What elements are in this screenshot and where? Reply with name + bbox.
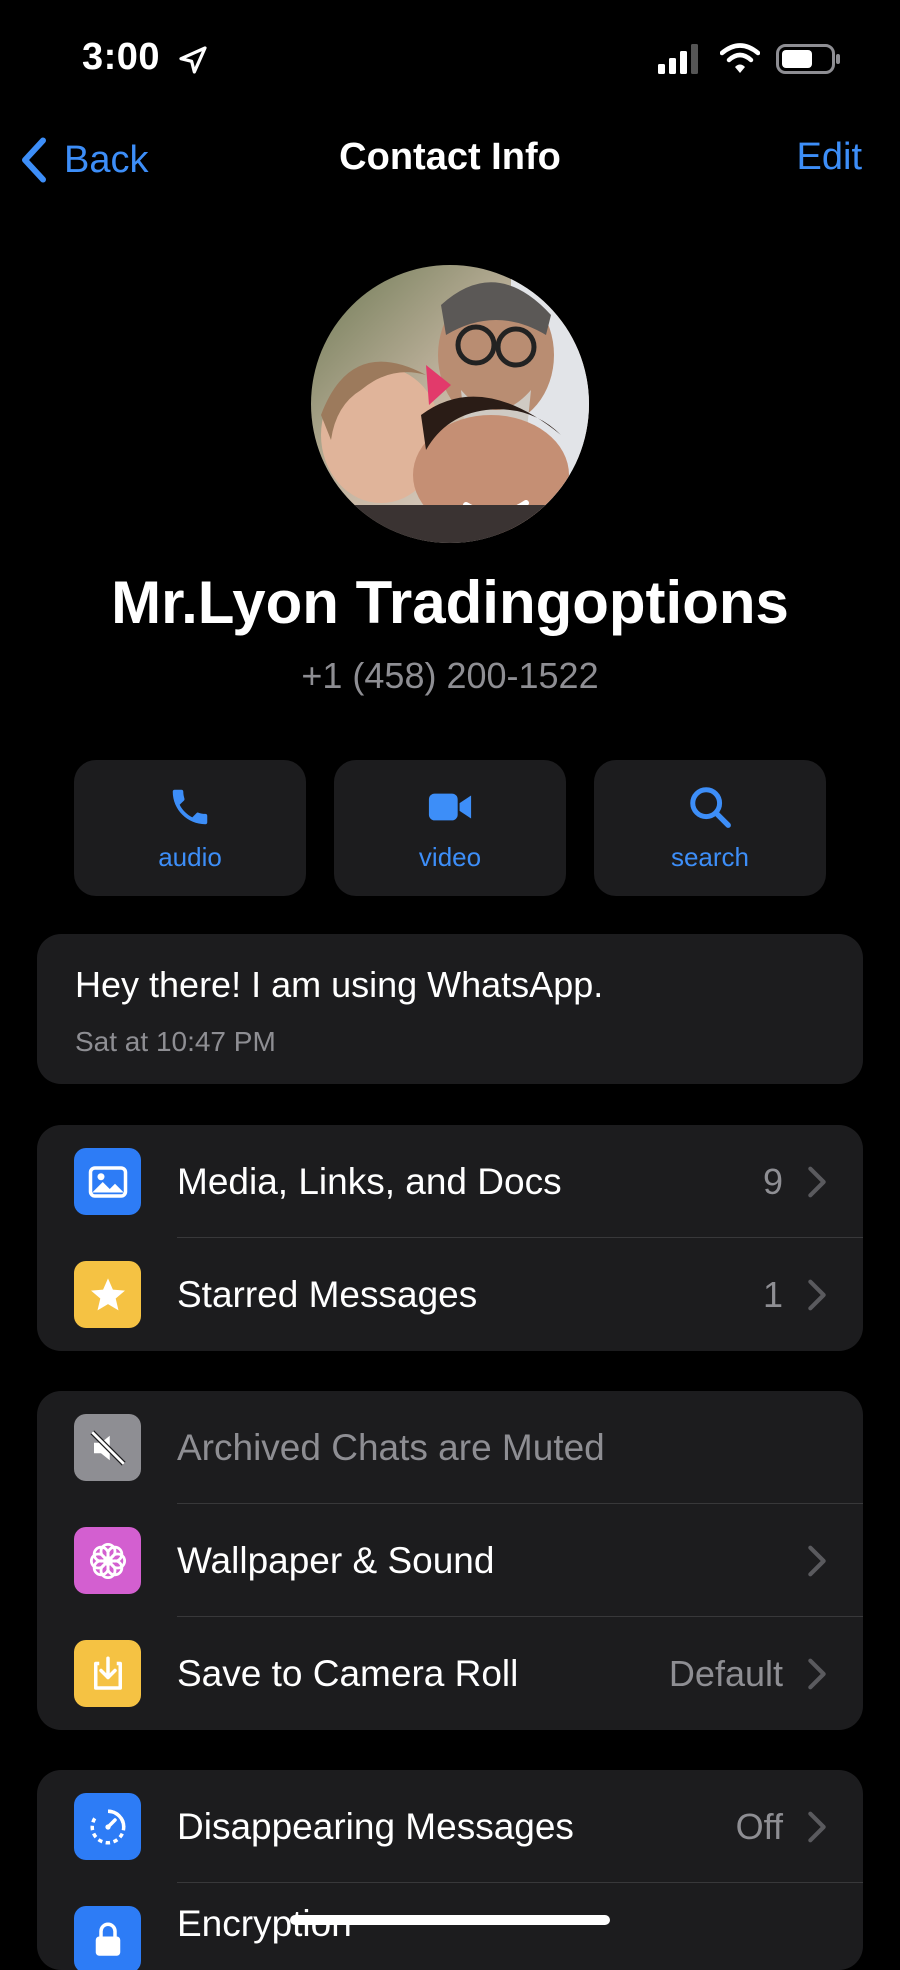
chevron-right-icon (808, 1811, 826, 1843)
about-card[interactable]: Hey there! I am using WhatsApp. Sat at 1… (37, 934, 863, 1084)
search-label: search (670, 841, 750, 872)
navigation-bar: Back Contact Info Edit (0, 120, 900, 200)
download-icon (74, 1640, 141, 1707)
starred-messages-row[interactable]: Starred Messages 1 (37, 1238, 863, 1351)
wallpaper-label: Wallpaper & Sound (177, 1539, 495, 1581)
about-timestamp: Sat at 10:47 PM (75, 1026, 276, 1057)
status-bar: 3:00 (0, 0, 900, 120)
chevron-right-icon (808, 1166, 826, 1198)
chat-settings-group: Archived Chats are Muted Wallpaper & Sou… (37, 1391, 863, 1730)
chevron-right-icon (808, 1545, 826, 1577)
flower-icon (74, 1527, 141, 1594)
timer-icon (74, 1793, 141, 1860)
status-time: 3:00 (82, 36, 161, 78)
audio-call-button[interactable]: audio (74, 760, 306, 896)
media-label: Media, Links, and Docs (177, 1160, 562, 1202)
disappearing-value: Off (735, 1805, 783, 1847)
chevron-right-icon (808, 1658, 826, 1690)
privacy-group: Disappearing Messages Off Encryption (37, 1770, 863, 1970)
home-indicator[interactable] (290, 1915, 610, 1925)
contact-phone[interactable]: +1 (458) 200-1522 (0, 655, 900, 697)
search-button[interactable]: search (594, 760, 826, 896)
avatar-photo (311, 265, 589, 543)
disappearing-messages-row[interactable]: Disappearing Messages Off (37, 1770, 863, 1883)
wallpaper-sound-row[interactable]: Wallpaper & Sound (37, 1504, 863, 1617)
media-links-docs-row[interactable]: Media, Links, and Docs 9 (37, 1125, 863, 1238)
camera-roll-value: Default (668, 1652, 783, 1694)
search-icon (690, 786, 731, 828)
muted-speaker-icon (74, 1414, 141, 1481)
edit-button[interactable]: Edit (797, 136, 862, 179)
encryption-row[interactable]: Encryption (37, 1883, 863, 1970)
video-call-button[interactable]: video (334, 760, 566, 896)
audio-label: audio (158, 841, 222, 872)
starred-count: 1 (762, 1273, 783, 1315)
star-icon (74, 1261, 141, 1328)
battery-icon (776, 44, 840, 74)
cellular-signal-icon (658, 44, 698, 74)
photo-icon (74, 1148, 141, 1215)
location-arrow-icon (179, 46, 207, 74)
archived-muted-row: Archived Chats are Muted (37, 1391, 863, 1504)
media-starred-group: Media, Links, and Docs 9 Starred Message… (37, 1125, 863, 1351)
starred-label: Starred Messages (177, 1273, 478, 1315)
chevron-right-icon (808, 1279, 826, 1311)
camera-roll-label: Save to Camera Roll (177, 1652, 519, 1694)
contact-avatar[interactable] (311, 265, 589, 543)
about-text: Hey there! I am using WhatsApp. (75, 964, 604, 1005)
lock-icon (74, 1906, 141, 1970)
action-buttons: audio video search (74, 760, 826, 896)
video-camera-icon (428, 793, 472, 820)
archived-label: Archived Chats are Muted (177, 1426, 605, 1468)
phone-icon (172, 789, 208, 824)
wifi-icon (720, 43, 760, 73)
save-camera-roll-row[interactable]: Save to Camera Roll Default (37, 1617, 863, 1730)
media-count: 9 (762, 1160, 783, 1202)
disappearing-label: Disappearing Messages (177, 1805, 574, 1847)
contact-name: Mr.Lyon Tradingoptions (111, 569, 789, 636)
page-title: Contact Info (339, 136, 561, 178)
video-label: video (418, 841, 482, 872)
